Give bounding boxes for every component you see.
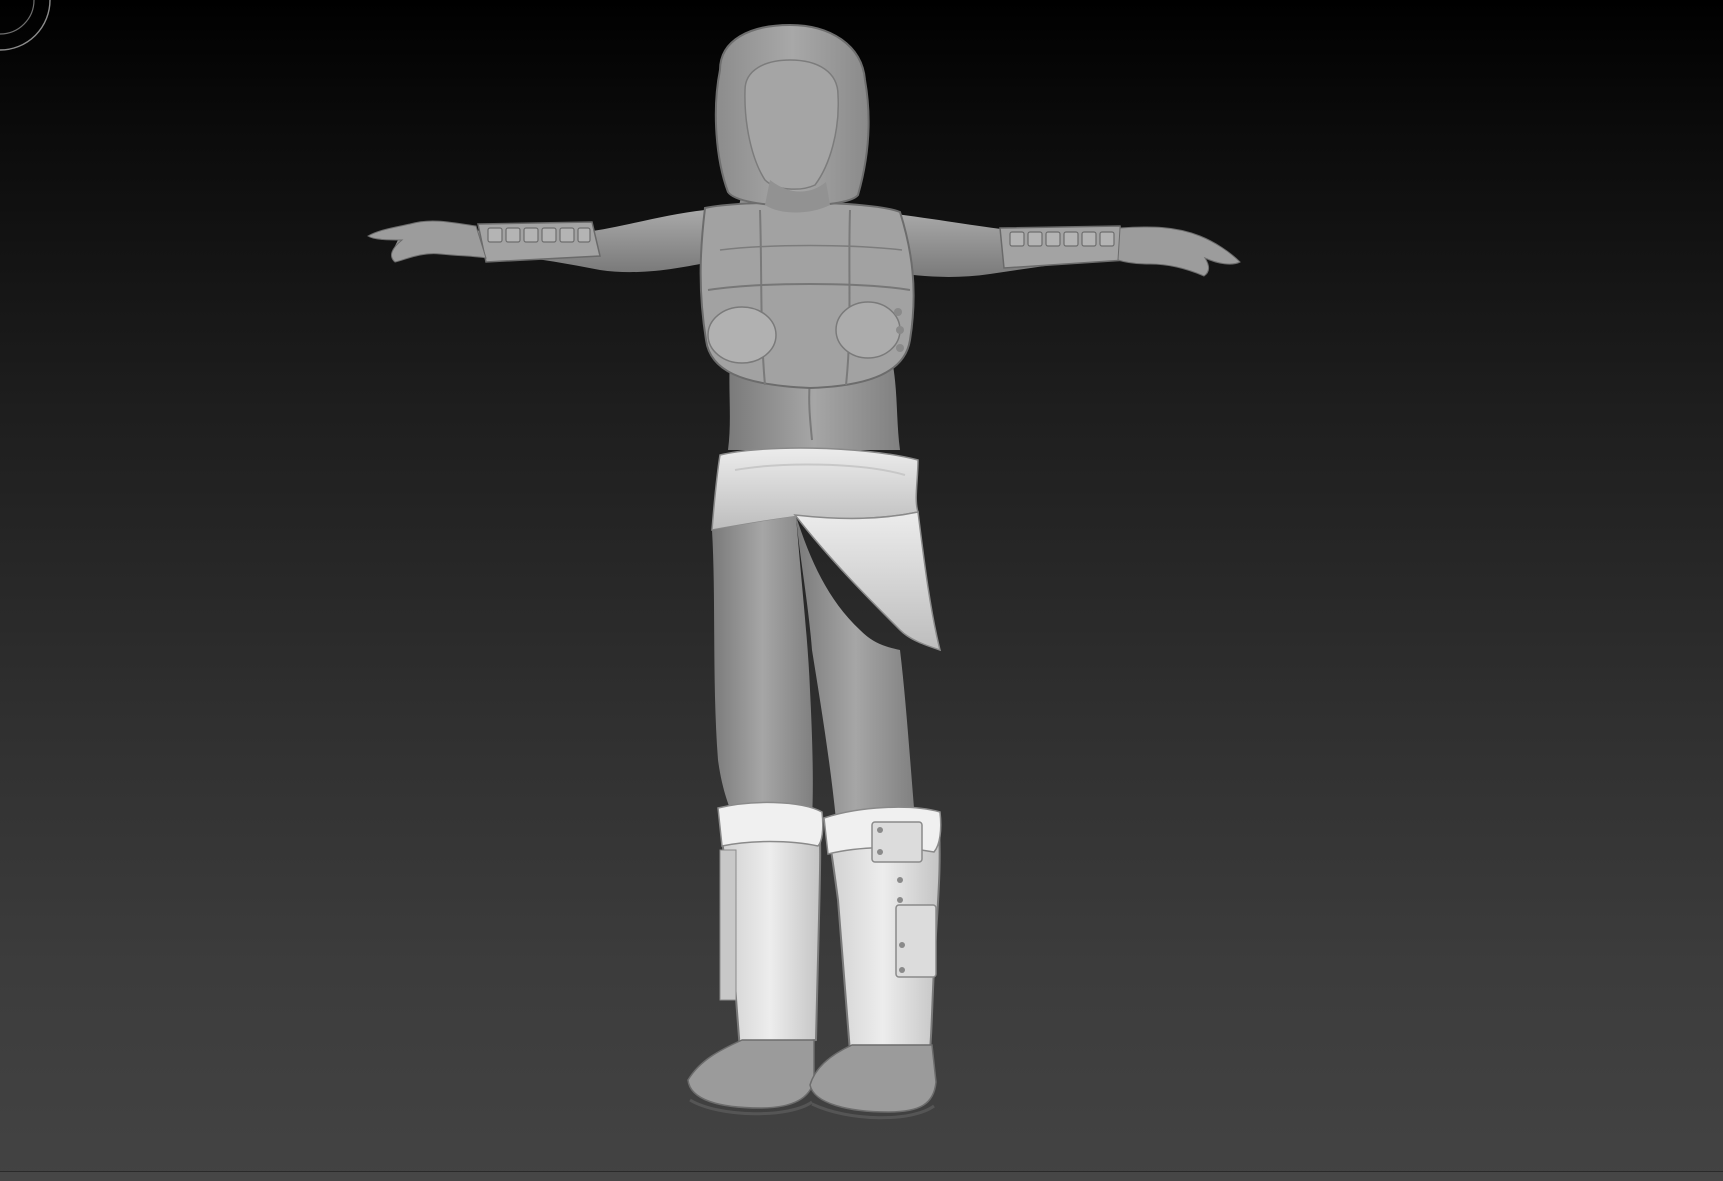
right-arm bbox=[880, 212, 1241, 277]
sculpt-viewport[interactable] bbox=[0, 0, 1723, 1181]
left-arm bbox=[367, 210, 710, 273]
viewport-bottom-edge bbox=[0, 1171, 1723, 1181]
right-boot bbox=[809, 806, 942, 1120]
left-boot bbox=[687, 801, 824, 1116]
sculpted-character-model[interactable] bbox=[0, 0, 1723, 1181]
vest bbox=[699, 201, 915, 390]
hood bbox=[714, 23, 870, 213]
